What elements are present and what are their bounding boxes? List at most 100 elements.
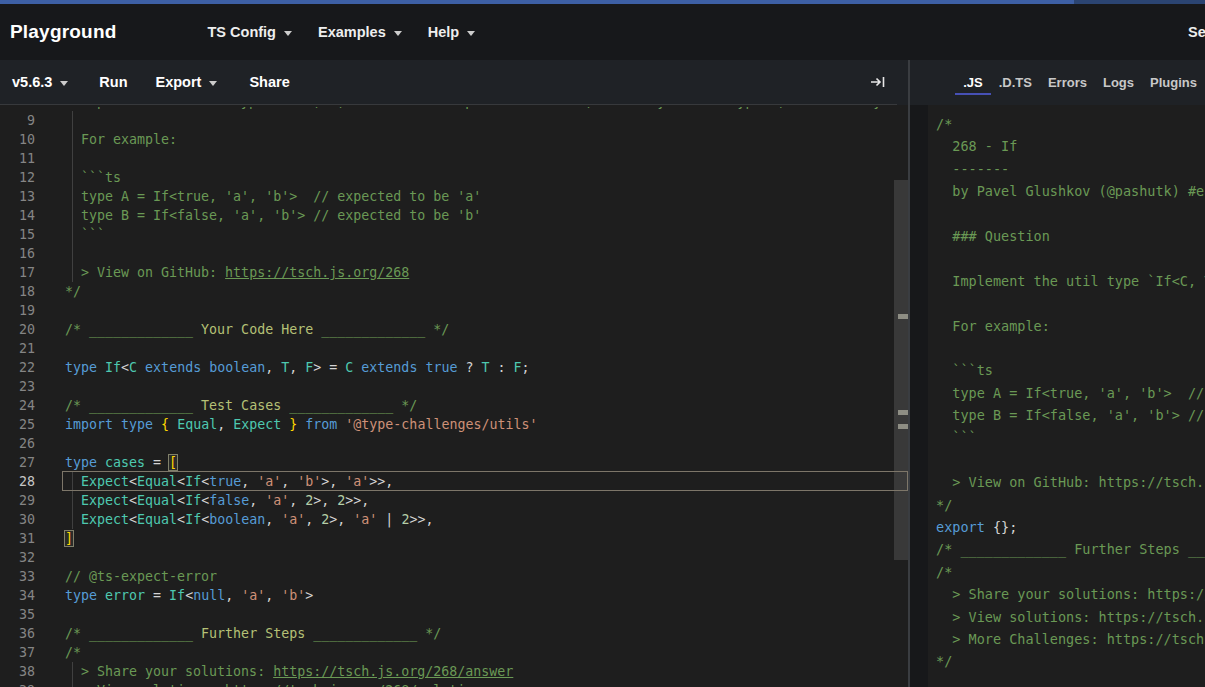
- code-token: > View on GitHub: https://tsch.js.org/26…: [936, 474, 1205, 490]
- code-editor[interactable]: 8 Implement the util type `If<C, T, F>` …: [0, 105, 908, 687]
- code-token: ]: [65, 531, 73, 546]
- code-line: 34type error = If<null, 'a', 'b'>: [0, 586, 908, 605]
- line-content: [35, 244, 65, 263]
- code-token: Further Steps: [201, 626, 305, 641]
- code-line: 22type If<C extends boolean, T, F> = C e…: [0, 358, 908, 377]
- code-token: 'a': [265, 493, 289, 508]
- toolbar-export-button[interactable]: Export: [156, 74, 218, 90]
- code-token: /*: [936, 564, 952, 580]
- line-number: 22: [0, 358, 35, 377]
- output-line: */: [936, 650, 1205, 672]
- code-token: */: [936, 653, 952, 669]
- line-number: 24: [0, 396, 35, 415]
- code-line: 18*/: [0, 282, 908, 301]
- line-content: type B = If<false, 'a', 'b'> // expected…: [35, 206, 481, 225]
- line-content: // @ts-expect-error: [35, 567, 217, 586]
- line-number: 34: [0, 586, 35, 605]
- menu-ts-config[interactable]: TS Config: [195, 16, 305, 48]
- line-content: */: [35, 282, 81, 301]
- line-number: 10: [0, 130, 35, 149]
- line-number: 37: [0, 643, 35, 662]
- app-title: Playground: [10, 21, 117, 43]
- code-token: [137, 360, 145, 375]
- code-token: <: [177, 512, 185, 527]
- line-content: type If<C extends boolean, T, F> = C ext…: [35, 358, 530, 377]
- output-line: [936, 292, 1205, 314]
- code-line: 29 Expect<Equal<If<false, 'a', 2>, 2>>,: [0, 491, 908, 510]
- toolbar-share-button[interactable]: Share: [249, 74, 289, 90]
- settings-menu-item[interactable]: Settings: [1188, 24, 1205, 40]
- collapse-right-icon[interactable]: [870, 75, 886, 89]
- code-token: type: [121, 417, 153, 432]
- editor-scrollbar[interactable]: [894, 180, 908, 560]
- code-token: Equal: [177, 417, 217, 432]
- line-number: 19: [0, 301, 35, 320]
- line-content: type cases = [: [35, 453, 177, 472]
- overview-ruler-mark: [898, 424, 908, 429]
- tab-plugins[interactable]: Plugins: [1142, 70, 1205, 95]
- code-token: [153, 417, 161, 432]
- output-line: type B = If<false, 'a', 'b'> // expected…: [936, 404, 1205, 426]
- code-token: [113, 417, 121, 432]
- main-area: 8 Implement the util type `If<C, T, F>` …: [0, 105, 1205, 687]
- output-line: /* _____________ Further Steps _________…: [936, 538, 1205, 560]
- tab--d-ts[interactable]: .D.TS: [991, 70, 1040, 95]
- line-number: 15: [0, 225, 35, 244]
- code-token: /* _____________: [65, 398, 201, 413]
- chevron-down-icon: [467, 31, 475, 36]
- line-number: 35: [0, 605, 35, 624]
- code-token: <: [185, 588, 193, 603]
- tab--js[interactable]: .JS: [955, 70, 991, 95]
- code-token: -------: [936, 161, 1009, 177]
- code-token: >>,: [409, 512, 433, 527]
- toolbar-run-button[interactable]: Run: [99, 74, 127, 90]
- code-token: 'a': [281, 512, 305, 527]
- code-token: > View solutions:: [65, 683, 225, 687]
- code-token: F: [514, 360, 522, 375]
- code-token: > View on GitHub:: [65, 265, 225, 280]
- editor-toolbar: v5.6.3 Run Export Share: [0, 60, 897, 105]
- code-token: If: [105, 360, 121, 375]
- line-content: /* _____________ Further Steps _________…: [35, 624, 441, 643]
- output-sidebar: /* 268 - If ------- by Pavel Glushkov (@…: [908, 105, 1205, 687]
- output-line: /*: [936, 561, 1205, 583]
- code-line: 23: [0, 377, 908, 396]
- code-token: _____________ */: [313, 322, 449, 337]
- code-token: > More Challenges: https://tsch.js.org/2…: [936, 631, 1205, 647]
- chevron-down-icon: [284, 31, 292, 36]
- menu-examples[interactable]: Examples: [305, 16, 415, 48]
- code-token: type B = If<false, 'a', 'b'> // expected…: [936, 407, 1205, 423]
- code-token: */: [65, 284, 81, 299]
- tab-errors[interactable]: Errors: [1040, 70, 1095, 95]
- code-line: 16: [0, 244, 908, 263]
- code-token: type: [65, 360, 97, 375]
- tab-logs[interactable]: Logs: [1095, 70, 1142, 95]
- code-token: >>,: [345, 493, 369, 508]
- output-line: ### Question: [936, 225, 1205, 247]
- output-line: type A = If<true, 'a', 'b'> // expected …: [936, 382, 1205, 404]
- code-token: ```: [65, 227, 105, 242]
- toolbar-button-label: v5.6.3: [12, 74, 52, 90]
- editor-panel-divider[interactable]: [908, 60, 910, 687]
- code-token: <: [129, 512, 137, 527]
- code-token: >,: [313, 493, 337, 508]
- code-token: export: [936, 519, 985, 535]
- line-number: 27: [0, 453, 35, 472]
- code-line: 35: [0, 605, 908, 624]
- chevron-down-icon: [394, 31, 402, 36]
- indent-guide: [72, 111, 73, 282]
- toolbar-v5-6-3-button[interactable]: v5.6.3: [12, 74, 68, 90]
- code-token: > Share your solutions: https://tsch.js.…: [936, 586, 1205, 602]
- code-line: 39 > View solutions: https://tsch.js.org…: [0, 681, 908, 687]
- code-line: 37 /*: [0, 643, 908, 662]
- code-token: =: [145, 588, 169, 603]
- code-token: // @ts-expect-error: [65, 569, 217, 584]
- line-content: ```: [35, 225, 105, 244]
- code-token: /*: [65, 645, 81, 660]
- menu-help[interactable]: Help: [415, 16, 488, 48]
- code-token: ```ts: [65, 170, 121, 185]
- code-token: /*: [936, 116, 952, 132]
- code-line: 31]: [0, 529, 908, 548]
- code-token: Expect: [81, 512, 129, 527]
- output-line: [936, 337, 1205, 359]
